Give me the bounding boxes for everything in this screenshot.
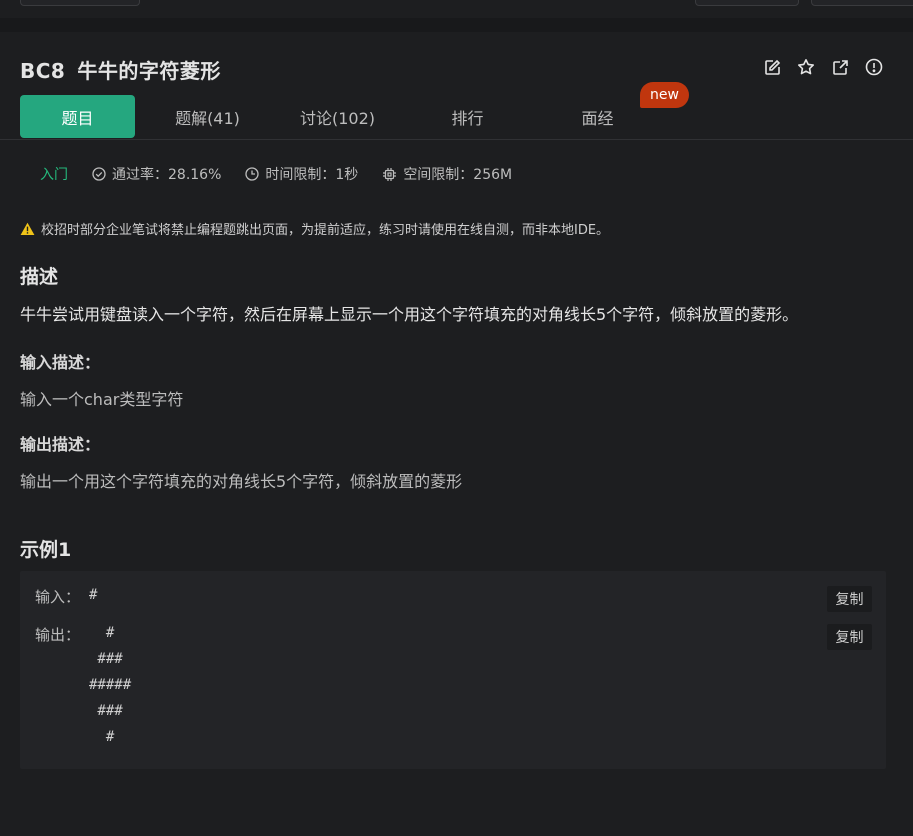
problem-meta: 入门 通过率：28.16% 时间限制：1秒 空间限制：256M <box>40 164 536 184</box>
tab-problem[interactable]: 题目 <box>20 95 135 138</box>
example-output-value: # ### ##### ### # <box>89 625 132 745</box>
difficulty-level: 入门 <box>40 167 68 183</box>
description-text: 牛牛尝试用键盘读入一个字符，然后在屏幕上显示一个用这个字符填充的对角线长5个字符… <box>20 305 799 324</box>
top-control[interactable] <box>20 0 140 6</box>
clock-icon <box>245 167 260 181</box>
space-limit: 空间限制：256M <box>382 164 512 184</box>
title-actions <box>763 58 883 76</box>
example-input-row: 输入： # <box>35 586 97 608</box>
space-limit-text: 空间限制：256M <box>403 167 513 183</box>
copy-output-button[interactable]: 复制 <box>827 624 872 650</box>
tab-discussion[interactable]: 讨论(102) <box>280 95 395 138</box>
example-box: 输入： # 复制 输出： # ### ##### ### # 复制 <box>20 571 886 769</box>
top-strip <box>0 0 913 18</box>
example-input-value: # <box>89 587 98 603</box>
example-input-label: 输入： <box>35 588 81 606</box>
tab-solutions[interactable]: 题解(41) <box>150 95 265 138</box>
example-output-row: 输出： # ### ##### ### # <box>35 624 131 750</box>
star-icon[interactable] <box>797 58 815 76</box>
output-desc-text: 输出一个用这个字符填充的对角线长5个字符，倾斜放置的菱形 <box>20 472 463 491</box>
example-output-label: 输出： <box>35 626 81 644</box>
top-control[interactable] <box>811 0 913 6</box>
tab-interview[interactable]: 面经 <box>540 95 655 138</box>
page-gap <box>0 18 913 32</box>
description-heading: 描述 <box>20 266 59 288</box>
edit-icon[interactable] <box>763 58 781 76</box>
title-row: BC8 牛牛的字符菱形 <box>20 54 893 84</box>
warning-icon <box>20 222 35 235</box>
input-desc-heading: 输入描述： <box>20 353 101 372</box>
chip-icon <box>383 167 397 181</box>
pass-rate: 通过率：28.16% <box>92 164 221 184</box>
output-desc-heading: 输出描述： <box>20 435 101 454</box>
problem-tabs: 题目 题解(41) 讨论(102) 排行 面经 new <box>0 82 913 140</box>
problem-name: 牛牛的字符菱形 <box>77 58 221 83</box>
copy-input-button[interactable]: 复制 <box>827 586 872 612</box>
problem-title: BC8 牛牛的字符菱形 <box>20 55 221 84</box>
top-control[interactable] <box>695 0 799 6</box>
notice-text: 校招时部分企业笔试将禁止编程题跳出页面，为提前适应，练习时请使用在线自测，而非本… <box>41 223 610 238</box>
report-icon[interactable] <box>865 58 883 76</box>
example-heading: 示例1 <box>20 539 72 561</box>
exam-notice: 校招时部分企业笔试将禁止编程题跳出页面，为提前适应，练习时请使用在线自测，而非本… <box>20 219 609 238</box>
check-circle-icon <box>92 167 106 181</box>
pass-rate-text: 通过率：28.16% <box>112 167 222 183</box>
problem-id: BC8 <box>20 58 66 83</box>
external-link-icon[interactable] <box>831 58 849 76</box>
tab-ranking[interactable]: 排行 <box>410 95 525 138</box>
new-badge: new <box>640 82 689 108</box>
time-limit: 时间限制：1秒 <box>245 164 358 184</box>
input-desc-text: 输入一个char类型字符 <box>20 390 184 409</box>
problem-card: BC8 牛牛的字符菱形 题目 题解(41) 讨论(102) 排行 面经 new … <box>0 32 913 836</box>
time-limit-text: 时间限制：1秒 <box>265 167 359 183</box>
